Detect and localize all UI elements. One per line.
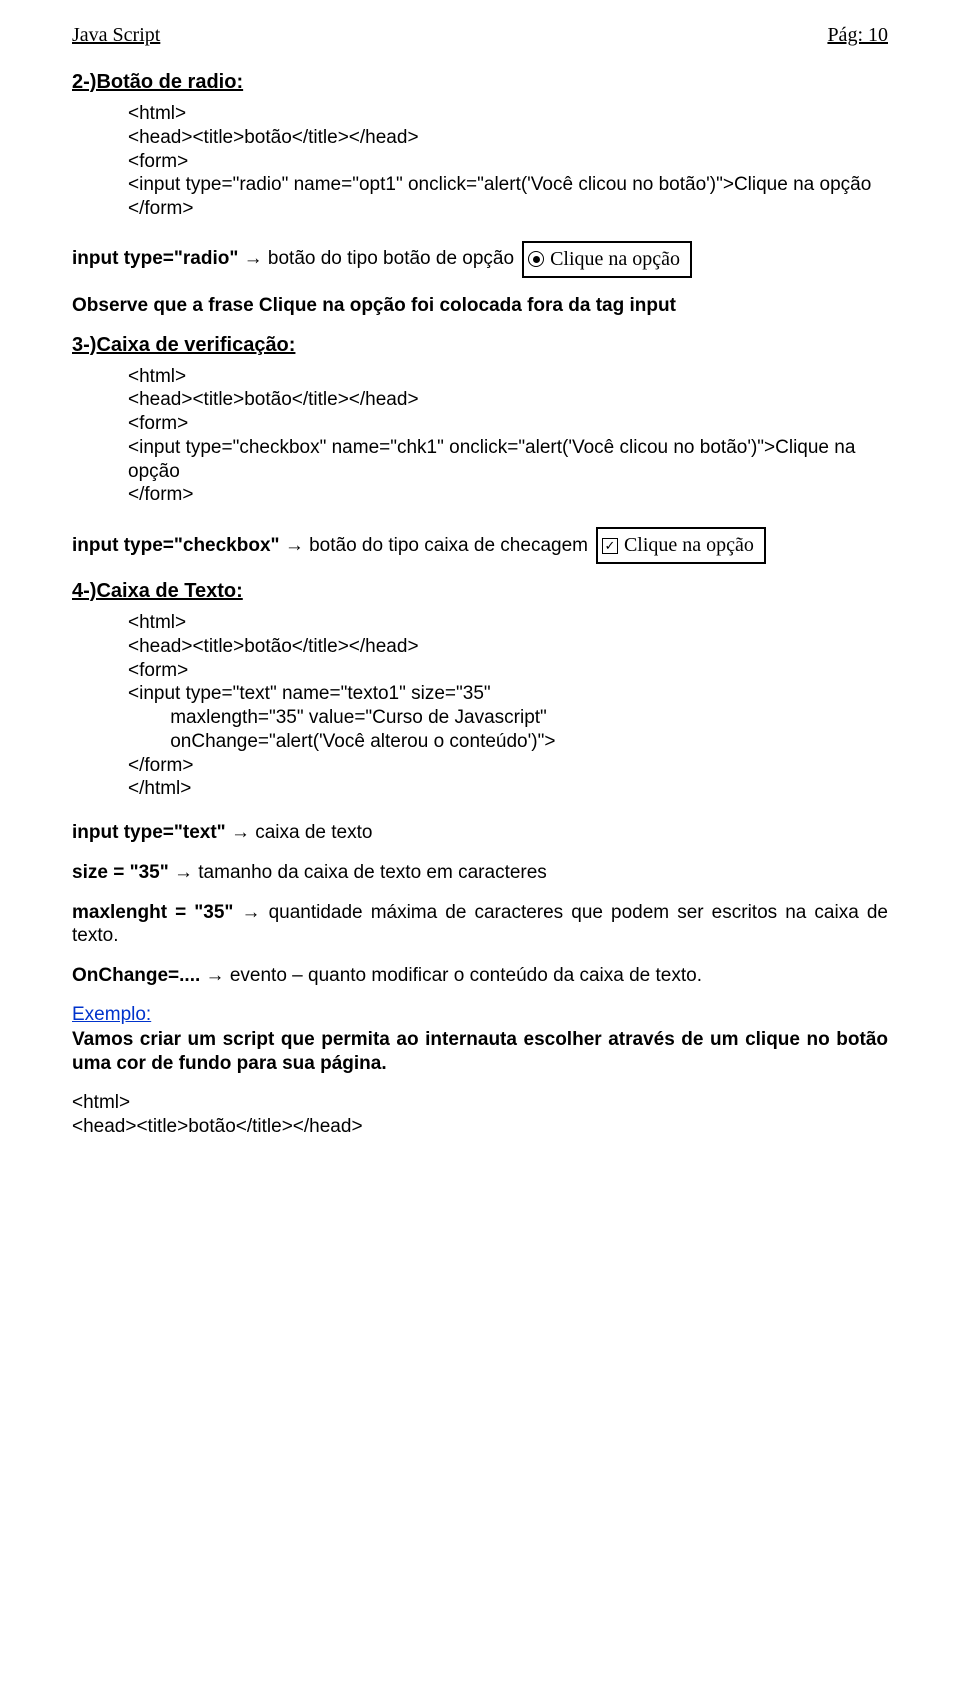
exemplo-text: Vamos criar um script que permita ao int… bbox=[72, 1028, 888, 1076]
checkbox-example-label: Clique na opção bbox=[624, 533, 754, 558]
section-4-desc1: input type="text" → caixa de texto bbox=[72, 821, 888, 845]
section-4-title: 4-)Caixa de Texto: bbox=[72, 580, 888, 603]
header-right: Pág: 10 bbox=[827, 24, 888, 47]
desc4-prefix: OnChange=.... bbox=[72, 965, 200, 986]
section-3-code: <html> <head><title>botão</title></head>… bbox=[128, 365, 888, 508]
arrow-icon: → bbox=[280, 535, 310, 556]
header-left: Java Script bbox=[72, 24, 160, 47]
arrow-icon: → bbox=[226, 822, 256, 843]
section-3-note-suffix: botão do tipo caixa de checagem bbox=[309, 535, 588, 556]
section-2-observe: Observe que a frase Clique na opção foi … bbox=[72, 294, 888, 318]
section-4-desc2: size = "35" → tamanho da caixa de texto … bbox=[72, 861, 888, 885]
radio-example-label: Clique na opção bbox=[550, 247, 680, 272]
exemplo-label: Exemplo: bbox=[72, 1004, 151, 1025]
desc4-suffix: evento – quanto modificar o conteúdo da … bbox=[230, 965, 702, 986]
desc1-suffix: caixa de texto bbox=[255, 822, 372, 843]
section-3-title: 3-)Caixa de verificação: bbox=[72, 334, 888, 357]
arrow-icon: → bbox=[169, 862, 199, 883]
desc2-suffix: tamanho da caixa de texto em caracteres bbox=[198, 862, 547, 883]
section-4-desc3: maxlenght = "35" → quantidade máxima de … bbox=[72, 901, 888, 949]
arrow-icon: → bbox=[238, 248, 268, 269]
checkbox-example-box: ✓ Clique na opção bbox=[596, 527, 766, 564]
section-4-desc4: OnChange=.... → evento – quanto modifica… bbox=[72, 964, 888, 988]
section-4-code2: <html> <head><title>botão</title></head> bbox=[72, 1091, 888, 1139]
checkbox-icon[interactable]: ✓ bbox=[602, 538, 618, 554]
section-2-note-prefix: input type="radio" bbox=[72, 248, 238, 269]
page-header: Java Script Pág: 10 bbox=[72, 24, 888, 47]
arrow-icon: → bbox=[200, 965, 230, 986]
section-2-note-suffix: botão do tipo botão de opção bbox=[268, 248, 514, 269]
desc3-prefix: maxlenght = "35" bbox=[72, 902, 233, 923]
radio-icon[interactable] bbox=[528, 251, 544, 267]
section-3-note-row: input type="checkbox" → botão do tipo ca… bbox=[72, 527, 888, 564]
desc1-prefix: input type="text" bbox=[72, 822, 226, 843]
section-2-note-row: input type="radio" → botão do tipo botão… bbox=[72, 241, 888, 278]
section-3-note-prefix: input type="checkbox" bbox=[72, 535, 280, 556]
section-4-code: <html> <head><title>botão</title></head>… bbox=[128, 611, 888, 801]
radio-example-box: Clique na opção bbox=[522, 241, 692, 278]
section-2-title: 2-)Botão de radio: bbox=[72, 71, 888, 94]
desc2-prefix: size = "35" bbox=[72, 862, 169, 883]
section-2-code: <html> <head><title>botão</title></head>… bbox=[128, 102, 888, 221]
arrow-icon: → bbox=[233, 902, 268, 923]
